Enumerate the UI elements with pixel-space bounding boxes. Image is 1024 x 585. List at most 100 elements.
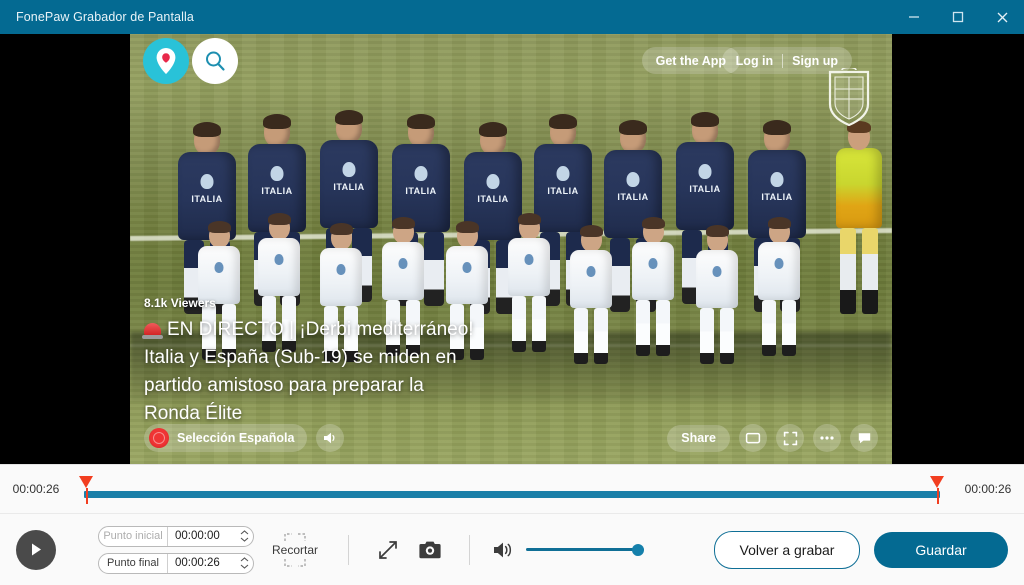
end-point-label: Punto final xyxy=(99,553,168,573)
jersey-text: ITALIA xyxy=(405,186,437,196)
rerecord-label: Volver a grabar xyxy=(739,541,835,558)
player-actions: Share xyxy=(667,424,878,452)
jersey-text: ITALIA xyxy=(191,194,223,204)
play-icon xyxy=(32,543,41,556)
rerecord-button[interactable]: Volver a grabar xyxy=(714,530,860,569)
volume-slider[interactable] xyxy=(526,543,644,557)
start-point-field[interactable]: Punto inicial 00:00:00 xyxy=(98,525,254,547)
video-frame: ITALIA ITALIA ITALIA ITALIA ITALIA ITALI… xyxy=(130,34,892,464)
end-point-value[interactable]: 00:00:26 xyxy=(168,554,235,573)
volume-control[interactable] xyxy=(492,540,644,560)
video-preview[interactable]: ITALIA ITALIA ITALIA ITALIA ITALIA ITALI… xyxy=(0,34,1024,464)
jersey-text: ITALIA xyxy=(477,194,509,204)
chevron-down-icon xyxy=(240,537,248,542)
jersey-text: ITALIA xyxy=(333,182,365,192)
jersey-text: ITALIA xyxy=(261,186,293,196)
broadcaster-button[interactable]: Selección Española xyxy=(144,424,308,452)
fullscreen-button[interactable] xyxy=(776,424,804,452)
maximize-button[interactable] xyxy=(936,0,980,34)
end-point-stepper[interactable] xyxy=(235,554,253,573)
speaker-icon xyxy=(324,432,335,444)
signup-label[interactable]: Sign up xyxy=(792,54,838,68)
share-button[interactable]: Share xyxy=(667,424,730,452)
search-icon xyxy=(206,51,225,71)
volume-knob[interactable] xyxy=(632,543,644,556)
window-title: FonePaw Grabador de Pantalla xyxy=(16,10,194,24)
timeline-start-time: 00:00:26 xyxy=(12,482,60,496)
resize-icon xyxy=(379,540,397,559)
jersey-text: ITALIA xyxy=(617,192,649,202)
crop-icon-bottom xyxy=(284,558,306,567)
jersey-text: ITALIA xyxy=(689,184,721,194)
description-line-4: Ronda Élite xyxy=(144,403,243,424)
fonepaw-window: FonePaw Grabador de Pantalla ITALIA ITAL… xyxy=(0,0,1024,585)
description-line-3: partido amistoso para preparar la xyxy=(144,375,424,396)
volume-track xyxy=(526,548,644,551)
login-label[interactable]: Log in xyxy=(736,54,774,68)
pip-button[interactable] xyxy=(739,424,767,452)
crop-icon xyxy=(284,532,306,542)
auth-separator xyxy=(782,53,784,68)
close-button[interactable] xyxy=(980,0,1024,34)
resize-button[interactable] xyxy=(371,533,405,567)
play-button[interactable] xyxy=(16,529,56,570)
start-point-label: Punto inicial xyxy=(99,526,168,546)
jersey-text: ITALIA xyxy=(547,186,579,196)
playback-controls: Punto inicial 00:00:00 Punto final 00:00… xyxy=(0,513,1024,585)
description-line-1: EN DIRECTO | ¡Derbi mediterráneo! xyxy=(167,319,474,340)
crop-corner-bottom-left-icon xyxy=(284,558,292,567)
periscope-logo-button[interactable] xyxy=(143,38,189,84)
timeline[interactable]: 00:00:26 00:00:26 xyxy=(0,464,1024,513)
jersey-text: ITALIA xyxy=(761,192,793,202)
end-point-field[interactable]: Punto final 00:00:26 xyxy=(98,552,254,574)
crop-corner-bottom-right-icon xyxy=(298,558,306,567)
player-kid xyxy=(758,217,800,356)
spain-federation-crest-icon xyxy=(828,68,870,126)
picture-in-picture-icon xyxy=(745,432,761,444)
start-point-stepper[interactable] xyxy=(235,527,253,546)
stream-description: EN DIRECTO | ¡Derbi mediterráneo! Italia… xyxy=(142,316,614,428)
avatar xyxy=(149,428,169,448)
description-line-2: Italia y España (Sub-19) se miden en xyxy=(144,347,457,368)
save-label: Guardar xyxy=(915,541,967,558)
divider xyxy=(348,534,349,565)
get-app-label: Get the App xyxy=(655,53,726,68)
player-kid xyxy=(696,225,738,364)
trim-fields: Punto inicial 00:00:00 Punto final 00:00… xyxy=(98,525,254,574)
timeline-track[interactable] xyxy=(84,491,940,498)
crop-label: Recortar xyxy=(271,542,318,557)
periscope-logo-icon xyxy=(156,48,176,74)
minimize-button[interactable] xyxy=(892,0,936,34)
crop-corner-top-left-icon xyxy=(284,532,292,541)
close-icon xyxy=(997,12,1007,22)
start-point-value[interactable]: 00:00:00 xyxy=(168,527,235,546)
broadcaster-bar: Selección Española xyxy=(144,424,345,452)
mute-button[interactable] xyxy=(316,424,345,452)
player-kid xyxy=(632,217,674,356)
chevron-up-icon xyxy=(240,530,248,535)
timeline-track-area[interactable] xyxy=(72,465,952,513)
fullscreen-icon xyxy=(783,431,797,445)
referee xyxy=(836,121,882,314)
maximize-icon xyxy=(952,11,964,23)
divider xyxy=(469,534,470,565)
more-options-button[interactable] xyxy=(813,424,841,452)
save-button[interactable]: Guardar xyxy=(874,531,1008,568)
broadcaster-name: Selección Española xyxy=(177,431,295,445)
chat-button[interactable] xyxy=(850,424,878,452)
viewer-count: 8.1k Viewers xyxy=(144,296,216,310)
volume-icon[interactable] xyxy=(492,540,514,560)
title-bar: FonePaw Grabador de Pantalla xyxy=(0,0,1024,34)
chevron-down-icon xyxy=(240,564,248,569)
search-button[interactable] xyxy=(192,38,238,84)
window-controls xyxy=(892,0,1024,34)
crop-button[interactable]: Recortar xyxy=(264,532,326,567)
more-options-icon xyxy=(820,436,834,440)
siren-icon xyxy=(142,323,163,339)
chat-icon xyxy=(858,433,870,444)
snapshot-button[interactable] xyxy=(413,533,447,567)
trim-handle-start[interactable] xyxy=(79,476,94,504)
trim-handle-end[interactable] xyxy=(930,476,945,504)
camera-icon xyxy=(419,541,441,558)
minimize-icon xyxy=(909,16,919,18)
